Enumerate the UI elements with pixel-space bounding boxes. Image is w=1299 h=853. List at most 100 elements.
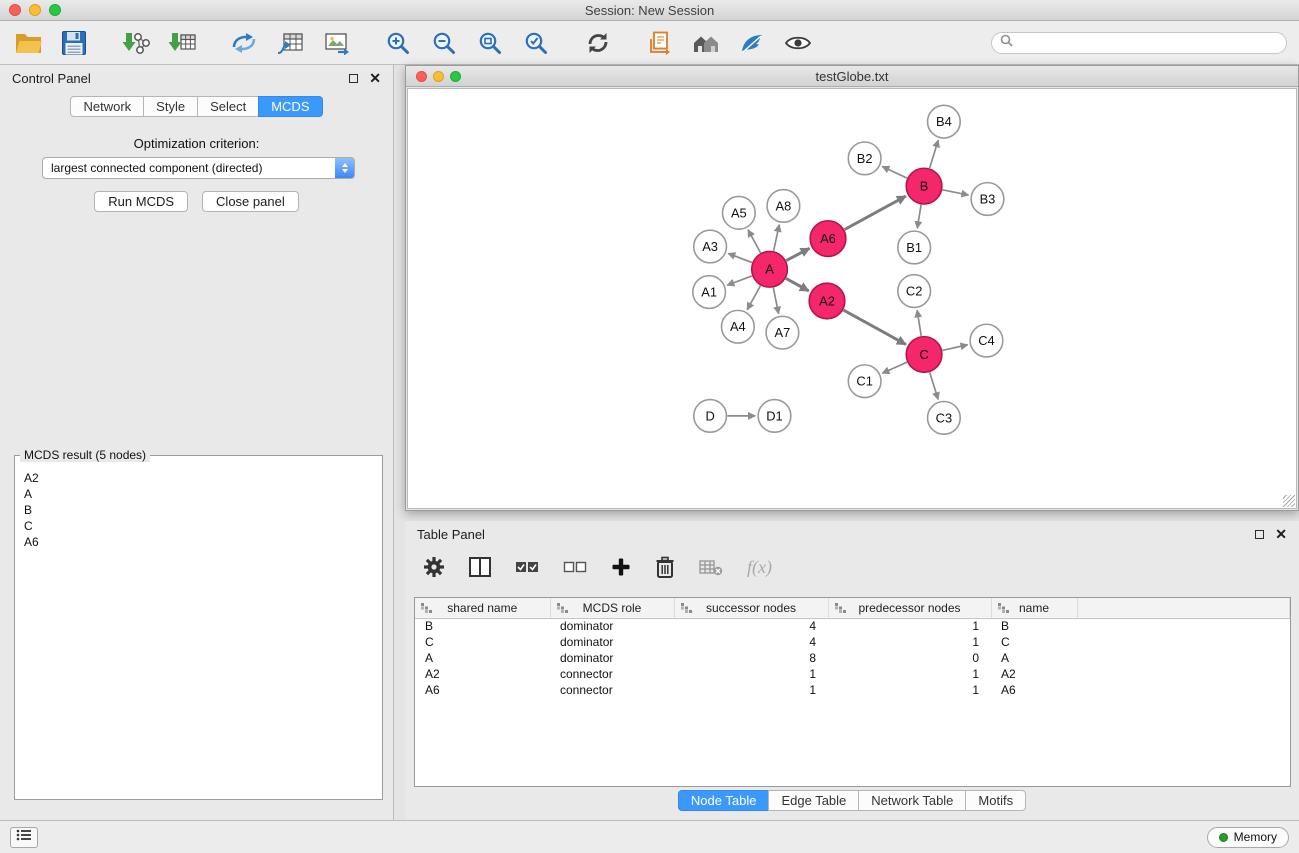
mcds-result-item[interactable]: A2 xyxy=(24,470,373,486)
graph-node-B4[interactable]: B4 xyxy=(928,105,961,138)
select-all-icon[interactable] xyxy=(515,560,539,574)
graph-node-D[interactable]: D xyxy=(694,400,727,433)
network-minimize-button[interactable] xyxy=(433,71,444,82)
function-builder-icon[interactable]: f(x) xyxy=(747,557,772,578)
graph-node-A[interactable]: A xyxy=(752,251,788,287)
zoom-in-icon[interactable] xyxy=(382,27,414,59)
column-header-successor-nodes[interactable]: successor nodes xyxy=(674,598,828,618)
graph-node-C1[interactable]: C1 xyxy=(848,365,881,398)
memory-button[interactable]: Memory xyxy=(1207,827,1289,848)
edge-B-B2[interactable] xyxy=(882,166,907,178)
graph-node-A4[interactable]: A4 xyxy=(722,310,755,343)
clear-table-icon[interactable] xyxy=(699,558,723,576)
table-cell[interactable]: dominator xyxy=(550,618,674,634)
edge-A-A2[interactable] xyxy=(786,278,809,291)
network-graph-svg[interactable]: B4B2BB3A5A8A6B1A3AC2A1A2A4A7C4CC1C3DD1 xyxy=(408,89,1296,508)
folder-open-icon[interactable] xyxy=(12,27,44,59)
table-cell[interactable]: dominator xyxy=(550,650,674,666)
search-box[interactable] xyxy=(991,32,1287,54)
table-cell[interactable]: B xyxy=(991,618,1077,634)
table-cell[interactable]: 4 xyxy=(674,618,828,634)
tab-select[interactable]: Select xyxy=(197,96,259,117)
import-network-icon[interactable] xyxy=(120,27,152,59)
edge-C-C3[interactable] xyxy=(930,372,938,399)
graph-node-D1[interactable]: D1 xyxy=(758,400,791,433)
graph-node-A8[interactable]: A8 xyxy=(767,190,800,223)
edge-A-A8[interactable] xyxy=(774,225,780,251)
close-window-button[interactable] xyxy=(9,4,21,16)
gear-icon[interactable] xyxy=(423,556,445,578)
table-cell[interactable]: B xyxy=(415,618,550,634)
column-header-predecessor-nodes[interactable]: predecessor nodes xyxy=(828,598,991,618)
graph-node-A6[interactable]: A6 xyxy=(810,221,846,257)
graph-node-A7[interactable]: A7 xyxy=(766,316,799,349)
close-panel-button[interactable]: Close panel xyxy=(202,191,299,212)
home-icon[interactable] xyxy=(690,27,722,59)
table-cell[interactable]: 8 xyxy=(674,650,828,666)
tab-network-table[interactable]: Network Table xyxy=(858,790,966,811)
table-cell[interactable]: C xyxy=(991,634,1077,650)
table-cell[interactable]: A2 xyxy=(415,666,550,682)
table-cell[interactable]: 0 xyxy=(828,650,991,666)
mcds-result-item[interactable]: A6 xyxy=(24,534,373,550)
mcds-result-item[interactable]: A xyxy=(24,486,373,502)
mcds-result-item[interactable]: C xyxy=(24,518,373,534)
table-cell[interactable]: 1 xyxy=(828,618,991,634)
edge-B-B4[interactable] xyxy=(930,140,939,168)
table-cell[interactable]: A6 xyxy=(415,682,550,698)
table-cell[interactable]: connector xyxy=(550,666,674,682)
graph-node-A3[interactable]: A3 xyxy=(694,230,727,263)
graph-node-A2[interactable]: A2 xyxy=(809,283,845,319)
edge-A-A5[interactable] xyxy=(748,230,760,253)
node-table[interactable]: shared nameMCDS rolesuccessor nodesprede… xyxy=(414,597,1291,787)
table-cell[interactable]: 4 xyxy=(674,634,828,650)
graph-node-B3[interactable]: B3 xyxy=(971,183,1004,216)
table-cell[interactable]: A xyxy=(415,650,550,666)
refresh-icon[interactable] xyxy=(582,27,614,59)
edge-A2-C[interactable] xyxy=(843,310,905,344)
table-cell[interactable]: 1 xyxy=(674,666,828,682)
graph-node-B1[interactable]: B1 xyxy=(898,231,931,264)
columns-icon[interactable] xyxy=(469,557,491,577)
edge-A-A1[interactable] xyxy=(727,276,752,285)
tab-style[interactable]: Style xyxy=(143,96,198,117)
table-import-url-icon[interactable] xyxy=(274,27,306,59)
graph-node-C[interactable]: C xyxy=(906,337,942,373)
table-cell[interactable]: A xyxy=(991,650,1077,666)
table-cell[interactable]: A6 xyxy=(991,682,1077,698)
mcds-result-item[interactable]: B xyxy=(24,502,373,518)
duplicate-network-icon[interactable] xyxy=(644,27,676,59)
table-row[interactable]: Cdominator41C xyxy=(415,634,1290,650)
zoom-window-button[interactable] xyxy=(49,4,61,16)
edge-A6-B[interactable] xyxy=(845,196,906,229)
zoom-selected-icon[interactable] xyxy=(520,27,552,59)
tab-network[interactable]: Network xyxy=(70,96,144,117)
edge-C-C4[interactable] xyxy=(942,345,967,351)
table-cell[interactable]: 1 xyxy=(674,682,828,698)
mcds-result-list[interactable]: A2ABCA6 xyxy=(16,457,381,798)
column-header-name[interactable]: name xyxy=(991,598,1077,618)
column-header-mcds-role[interactable]: MCDS role xyxy=(550,598,674,618)
task-history-button[interactable] xyxy=(10,827,38,848)
table-cell[interactable]: 1 xyxy=(828,634,991,650)
image-export-icon[interactable] xyxy=(320,27,352,59)
table-row[interactable]: A6connector11A6 xyxy=(415,682,1290,698)
column-header-shared-name[interactable]: shared name xyxy=(415,598,550,618)
paint-icon[interactable] xyxy=(736,27,768,59)
close-table-panel-icon[interactable]: ✕ xyxy=(1275,529,1287,539)
tab-node-table[interactable]: Node Table xyxy=(678,790,770,811)
add-row-icon[interactable] xyxy=(611,557,631,577)
import-table-icon[interactable] xyxy=(166,27,198,59)
resize-handle[interactable] xyxy=(1283,495,1295,507)
graph-node-C4[interactable]: C4 xyxy=(970,324,1003,357)
delete-row-icon[interactable] xyxy=(655,556,675,578)
edge-C-C2[interactable] xyxy=(917,310,921,336)
tab-edge-table[interactable]: Edge Table xyxy=(768,790,859,811)
table-cell[interactable]: 1 xyxy=(828,682,991,698)
graph-node-B2[interactable]: B2 xyxy=(848,142,881,175)
edge-A-A7[interactable] xyxy=(773,288,778,314)
tab-mcds[interactable]: MCDS xyxy=(258,96,322,117)
deselect-all-icon[interactable] xyxy=(563,560,587,574)
edge-C-C1[interactable] xyxy=(882,362,907,373)
graph-node-C2[interactable]: C2 xyxy=(898,275,931,308)
